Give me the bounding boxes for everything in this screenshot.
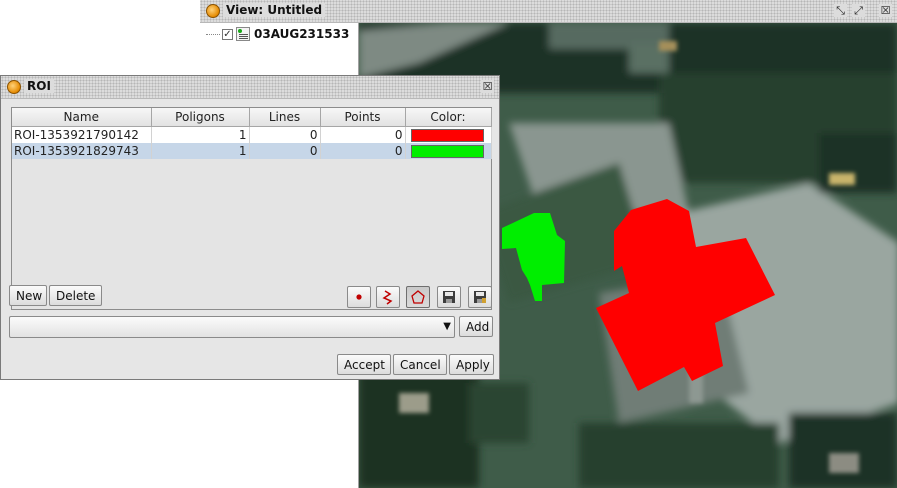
point-tool-button[interactable] [347,286,371,308]
roi-combo-box[interactable]: ▼ [9,316,455,338]
view-titlebar[interactable]: View: Untitled ⤡ ⤢ ☒ [200,0,897,23]
column-header-points[interactable]: Points [320,108,406,127]
roi-points-cell[interactable]: 0 [320,126,406,143]
view-title: View: Untitled [223,3,326,17]
layer-visibility-checkbox[interactable]: ✓ [222,28,233,40]
line-tool-button[interactable] [376,286,400,308]
roi-color-swatch[interactable] [410,128,484,142]
app-logo-icon [7,80,21,94]
save-as-roi-button[interactable] [468,286,492,308]
roi-dialog: ROI ☒ Name Poligons Lines Points Color: … [0,75,500,380]
roi-points-cell[interactable]: 0 [320,143,406,159]
save-roi-button[interactable] [437,286,461,308]
roi-titlebar[interactable]: ROI ☒ [1,76,499,99]
polygon-tool-button[interactable] [406,286,430,308]
add-button[interactable]: Add [459,316,493,337]
column-header-lines[interactable]: Lines [249,108,321,127]
apply-button[interactable]: Apply [449,354,494,375]
raster-layer-icon [236,27,250,41]
maximize-icon[interactable]: ⤢ [852,4,865,17]
cancel-button[interactable]: Cancel [393,354,447,375]
roi-lines-cell[interactable]: 0 [249,126,321,143]
table-header-row: Name Poligons Lines Points Color: [12,108,492,127]
table-row[interactable]: ROI-1353921829743 1 0 0 [12,143,492,159]
chevron-down-icon[interactable]: ▼ [443,320,451,334]
column-header-name[interactable]: Name [12,108,152,127]
roi-table: Name Poligons Lines Points Color: ROI-13… [11,107,492,310]
roi-polygons-cell[interactable]: 1 [151,143,250,159]
roi-title: ROI [24,79,54,93]
delete-roi-button[interactable]: Delete [49,285,102,306]
roi-name-cell[interactable]: ROI-1353921790142 [12,126,152,143]
save-as-icon [474,291,486,303]
point-icon [356,294,362,300]
roi-color-swatch[interactable] [410,144,484,158]
accept-button[interactable]: Accept [337,354,391,375]
tree-connector [206,33,220,35]
close-icon[interactable]: ☒ [879,4,892,17]
new-roi-button[interactable]: New [9,285,47,306]
column-header-polygons[interactable]: Poligons [151,108,250,127]
app-logo-icon [206,4,220,18]
roi-color-cell[interactable] [405,143,492,159]
roi-color-cell[interactable] [405,126,492,143]
column-header-color[interactable]: Color: [405,108,492,127]
close-icon[interactable]: ☒ [481,80,494,93]
restore-icon[interactable]: ⤡ [834,4,847,17]
polygon-icon [411,290,425,304]
layer-name: 03AUG231533 [254,27,350,41]
roi-lines-cell[interactable]: 0 [249,143,321,159]
roi-polygons-cell[interactable]: 1 [151,126,250,143]
save-icon [443,291,455,303]
polyline-icon [382,290,393,305]
layer-tree-item[interactable]: ✓ 03AUG231533 [206,26,349,42]
table-row[interactable]: ROI-1353921790142 1 0 0 [12,126,492,143]
roi-name-cell[interactable]: ROI-1353921829743 [12,143,152,159]
